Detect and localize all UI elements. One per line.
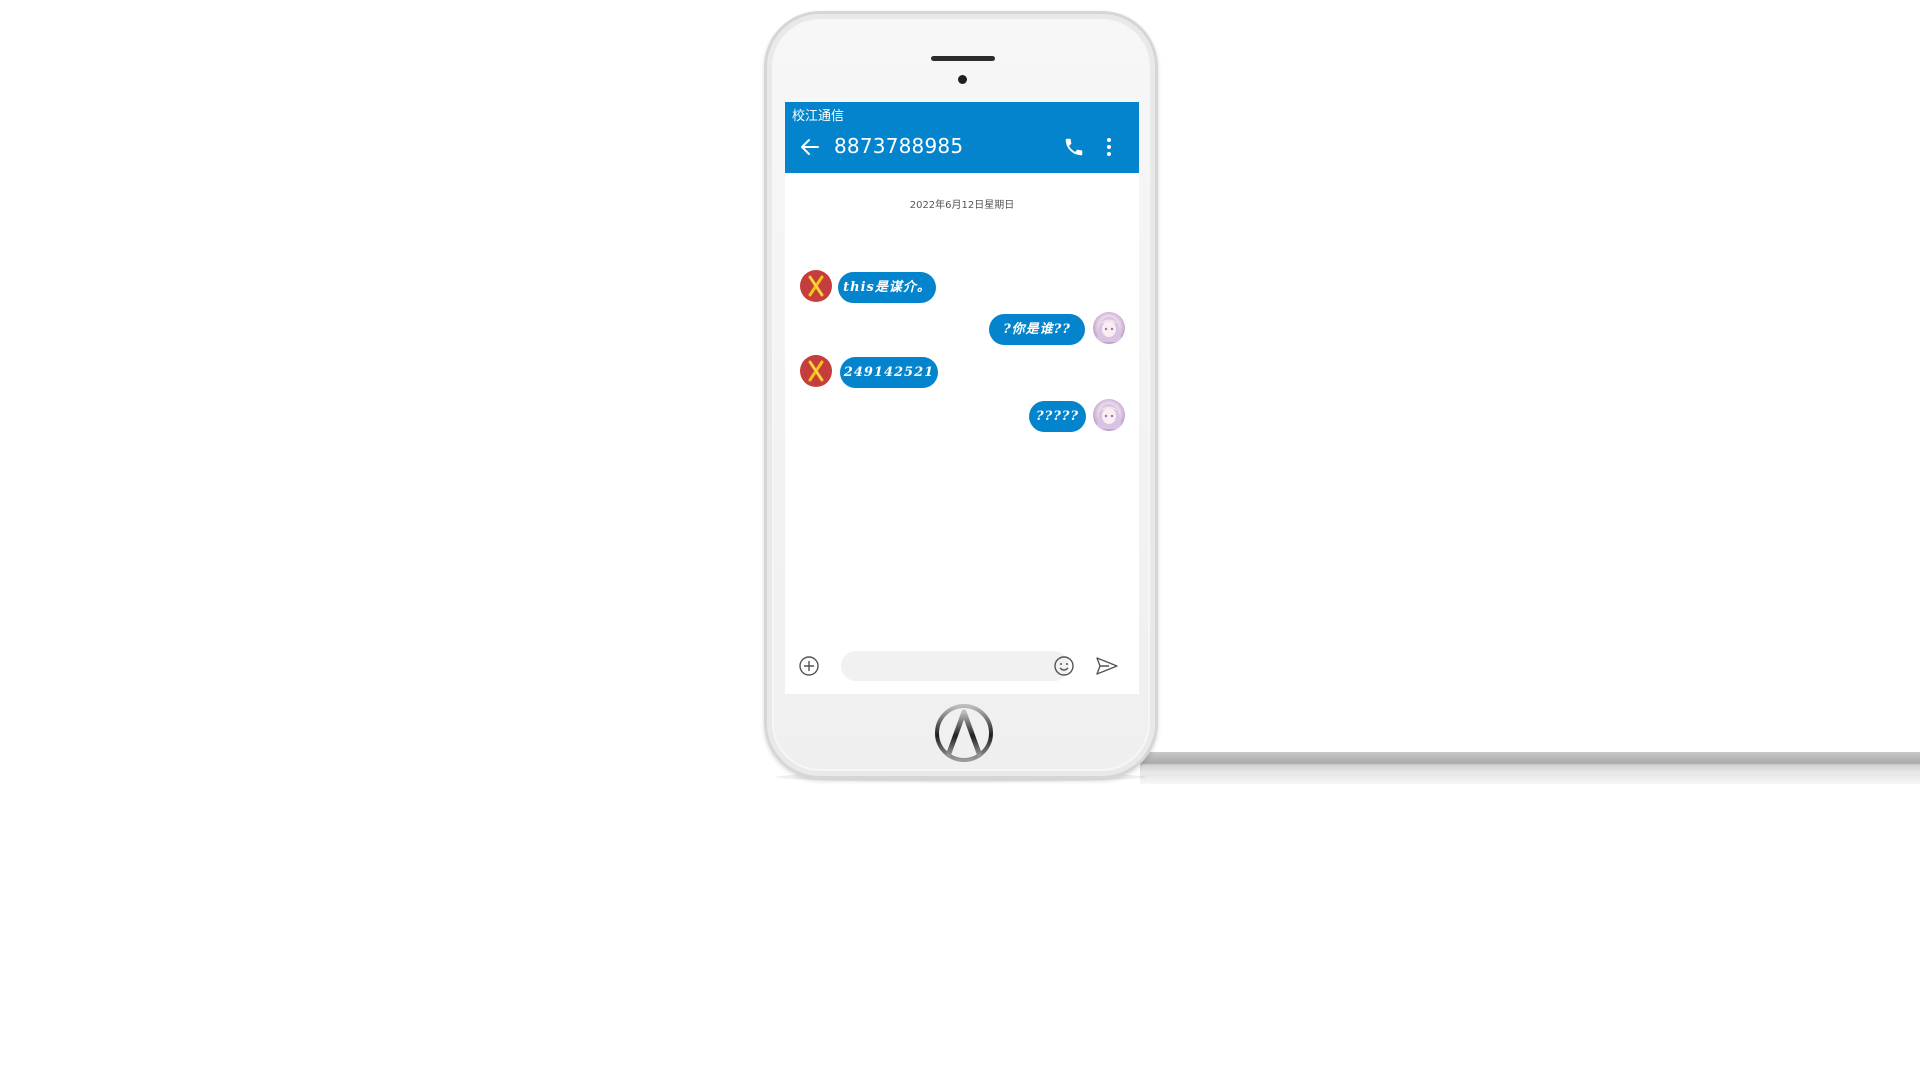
- phone-screen: 校江通信 8873788985 2022年6月12日星期日 this是谋介。 ?…: [785, 102, 1139, 694]
- home-logo-button[interactable]: [933, 702, 995, 764]
- x-mark-icon: [808, 275, 824, 297]
- floor-shelf-reflection: [1140, 774, 1920, 784]
- sender-avatar[interactable]: [800, 355, 832, 387]
- message-input[interactable]: [841, 651, 1069, 681]
- contact-number: 8873788985: [834, 134, 964, 158]
- phone-frame: 校江通信 8873788985 2022年6月12日星期日 this是谋介。 ?…: [764, 11, 1158, 779]
- add-circle-icon[interactable]: [798, 655, 820, 677]
- message-bubble-received[interactable]: 249142521: [840, 357, 938, 388]
- sender-avatar[interactable]: [800, 270, 832, 302]
- back-arrow-icon[interactable]: [799, 136, 821, 158]
- emoji-icon[interactable]: [1053, 655, 1075, 677]
- front-camera: [958, 75, 967, 84]
- user-avatar[interactable]: [1093, 399, 1125, 431]
- earpiece-speaker: [931, 56, 995, 61]
- carrier-label: 校江通信: [792, 109, 845, 124]
- floor-shelf: [1140, 752, 1920, 774]
- message-composer: [785, 645, 1139, 694]
- message-bubble-sent[interactable]: ?????: [1029, 401, 1086, 432]
- conversation-date: 2022年6月12日星期日: [909, 200, 1015, 211]
- anime-avatar-icon: [1097, 317, 1121, 342]
- phone-call-icon[interactable]: [1063, 136, 1085, 158]
- message-bubble-sent[interactable]: ?你是谁??: [989, 314, 1085, 345]
- app-header: 校江通信 8873788985: [785, 102, 1139, 173]
- anime-avatar-icon: [1097, 404, 1121, 429]
- user-avatar[interactable]: [1093, 312, 1125, 344]
- more-vert-icon[interactable]: [1103, 135, 1115, 159]
- message-bubble-received[interactable]: this是谋介。: [838, 272, 936, 303]
- send-icon[interactable]: [1095, 656, 1119, 676]
- x-mark-icon: [808, 360, 824, 382]
